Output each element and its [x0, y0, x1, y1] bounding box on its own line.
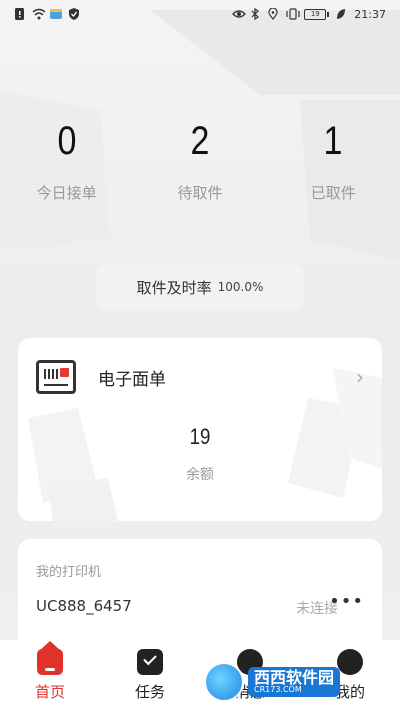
message-icon	[237, 648, 263, 675]
home-icon	[37, 640, 63, 675]
tab-label: 消息	[234, 682, 265, 701]
chevron-right-icon: ›	[356, 365, 364, 389]
sim-icon	[14, 8, 26, 20]
task-icon	[137, 648, 163, 675]
tab-label: 首页	[34, 682, 65, 701]
stat-value: 1	[323, 119, 343, 163]
pickup-rate-value: 100.0%	[217, 280, 264, 294]
waybill-icon	[36, 360, 76, 394]
stat-value: 0	[57, 119, 77, 163]
app-icon	[50, 8, 62, 20]
more-options-icon[interactable]: •••	[329, 591, 364, 612]
status-bar: 19 21:37	[0, 0, 400, 28]
balance-value: 19	[189, 424, 211, 449]
stat-today-orders[interactable]: 0 今日接单	[12, 112, 122, 212]
bluetooth-icon	[250, 7, 262, 21]
pickup-rate-label: 取件及时率	[136, 278, 212, 297]
stat-pending-pickup[interactable]: 2 待取件	[145, 112, 255, 212]
tab-home[interactable]: 首页	[15, 640, 85, 702]
stat-label: 今日接单	[36, 184, 97, 202]
leaf-icon	[336, 8, 348, 20]
stat-label: 待取件	[177, 184, 223, 202]
stat-picked-up[interactable]: 1 已取件	[278, 112, 388, 212]
bottom-tab-bar: 首页 任务 消息 我的	[0, 640, 400, 710]
balance-label: 余额	[186, 467, 214, 483]
vibrate-icon	[286, 8, 300, 20]
waybill-card[interactable]: 电子面单 › 19 余额	[18, 338, 382, 521]
tab-profile[interactable]: 我的	[315, 648, 385, 702]
profile-icon	[337, 648, 363, 675]
stat-label: 已取件	[310, 184, 356, 202]
pickup-rate-pill: 取件及时率 100.0%	[96, 264, 304, 310]
stats-row: 0 今日接单 2 待取件 1 已取件	[0, 112, 400, 212]
shield-icon	[68, 8, 80, 20]
eye-icon	[232, 8, 247, 20]
location-icon	[268, 7, 280, 20]
wifi-icon	[32, 8, 46, 20]
tab-messages[interactable]: 消息	[215, 648, 285, 702]
printer-name: UC888_6457	[36, 597, 132, 615]
battery-icon: 19	[304, 8, 330, 20]
waybill-header[interactable]: 电子面单 ›	[18, 358, 382, 396]
home-screen: 19 21:37 0 今日接单 2 待取件 1 已取件 取件及时率 100.0%	[0, 0, 400, 710]
clock: 21:37	[354, 7, 386, 21]
tab-label: 任务	[134, 682, 165, 701]
stat-value: 2	[190, 119, 210, 163]
printer-section-title: 我的打印机	[36, 565, 102, 580]
waybill-balance: 19 余额	[18, 424, 382, 484]
waybill-title: 电子面单	[98, 369, 166, 390]
tab-tasks[interactable]: 任务	[115, 648, 185, 702]
tab-label: 我的	[334, 682, 365, 701]
